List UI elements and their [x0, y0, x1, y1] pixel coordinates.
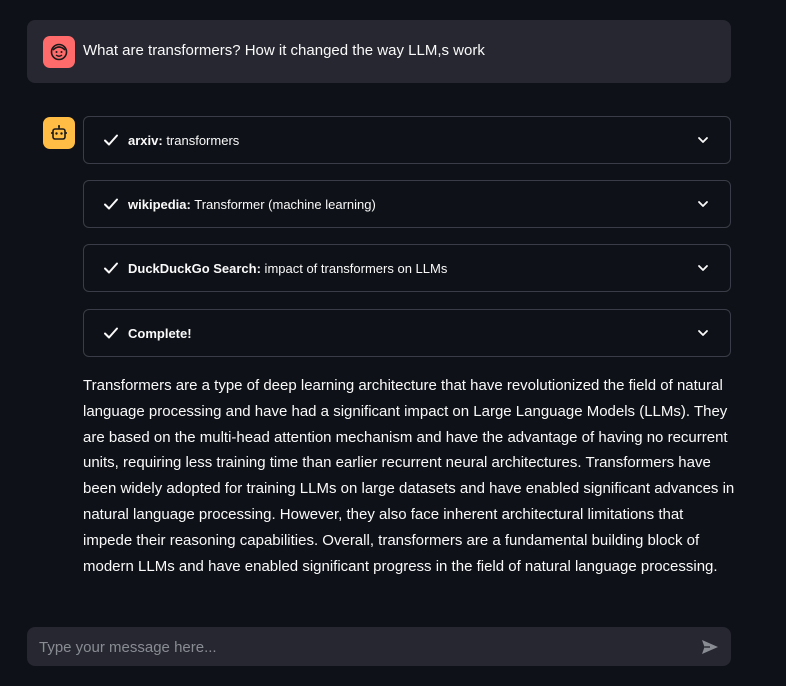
expander-label: wikipedia: Transformer (machine learning…: [128, 196, 376, 214]
answer-line: been widely adopted for training LLMs on…: [83, 480, 735, 498]
chevron-down-icon[interactable]: [695, 196, 711, 212]
tool-query: transformers: [162, 133, 240, 148]
chevron-down-icon[interactable]: [695, 260, 711, 276]
expander-wikipedia[interactable]: wikipedia: Transformer (machine learning…: [83, 180, 731, 228]
chevron-down-icon[interactable]: [695, 325, 711, 341]
chat-input-container: [27, 627, 731, 668]
answer-line: modern LLMs and have enabled significant…: [83, 557, 718, 575]
tool-query: impact of transformers on LLMs: [260, 261, 448, 276]
user-message: What are transformers? How it changed th…: [27, 20, 731, 83]
assistant-answer: Transformers are a type of deep learning…: [83, 373, 743, 579]
tool-name: Complete!: [128, 326, 192, 341]
chat-input[interactable]: [37, 627, 681, 668]
check-icon: [104, 327, 118, 339]
check-icon: [104, 134, 118, 146]
answer-line: impede their reasoning capabilities. Ove…: [83, 531, 700, 549]
tool-name: wikipedia:: [128, 197, 191, 212]
expander-complete[interactable]: Complete!: [83, 309, 731, 357]
check-icon: [104, 262, 118, 274]
expander-label: arxiv: transformers: [128, 132, 239, 150]
expander-duckduckgo[interactable]: DuckDuckGo Search: impact of transformer…: [83, 244, 731, 292]
chevron-down-icon[interactable]: [695, 132, 711, 148]
tool-query: Transformer (machine learning): [190, 197, 376, 212]
answer-line: natural language processing. However, th…: [83, 505, 684, 523]
check-icon: [104, 198, 118, 210]
send-icon: [702, 640, 718, 654]
answer-line: Transformers are a type of deep learning…: [83, 377, 723, 394]
robot-icon: [51, 125, 67, 140]
smiley-face-icon: [50, 43, 68, 61]
answer-line: units, requiring less training time than…: [83, 454, 711, 472]
expander-label: Complete!: [128, 325, 192, 343]
tool-name: DuckDuckGo Search:: [128, 261, 261, 276]
user-message-text: What are transformers? How it changed th…: [83, 42, 485, 59]
expander-label: DuckDuckGo Search: impact of transformer…: [128, 260, 447, 278]
assistant-avatar: [43, 117, 75, 149]
user-avatar: [43, 36, 75, 68]
answer-line: language processing and have had a signi…: [83, 402, 728, 420]
chat-page: What are transformers? How it changed th…: [0, 0, 786, 686]
expander-arxiv[interactable]: arxiv: transformers: [83, 116, 731, 164]
answer-line: are based on the multi-head attention me…: [83, 428, 728, 446]
tool-name: arxiv:: [128, 133, 163, 148]
send-button[interactable]: [699, 636, 721, 658]
